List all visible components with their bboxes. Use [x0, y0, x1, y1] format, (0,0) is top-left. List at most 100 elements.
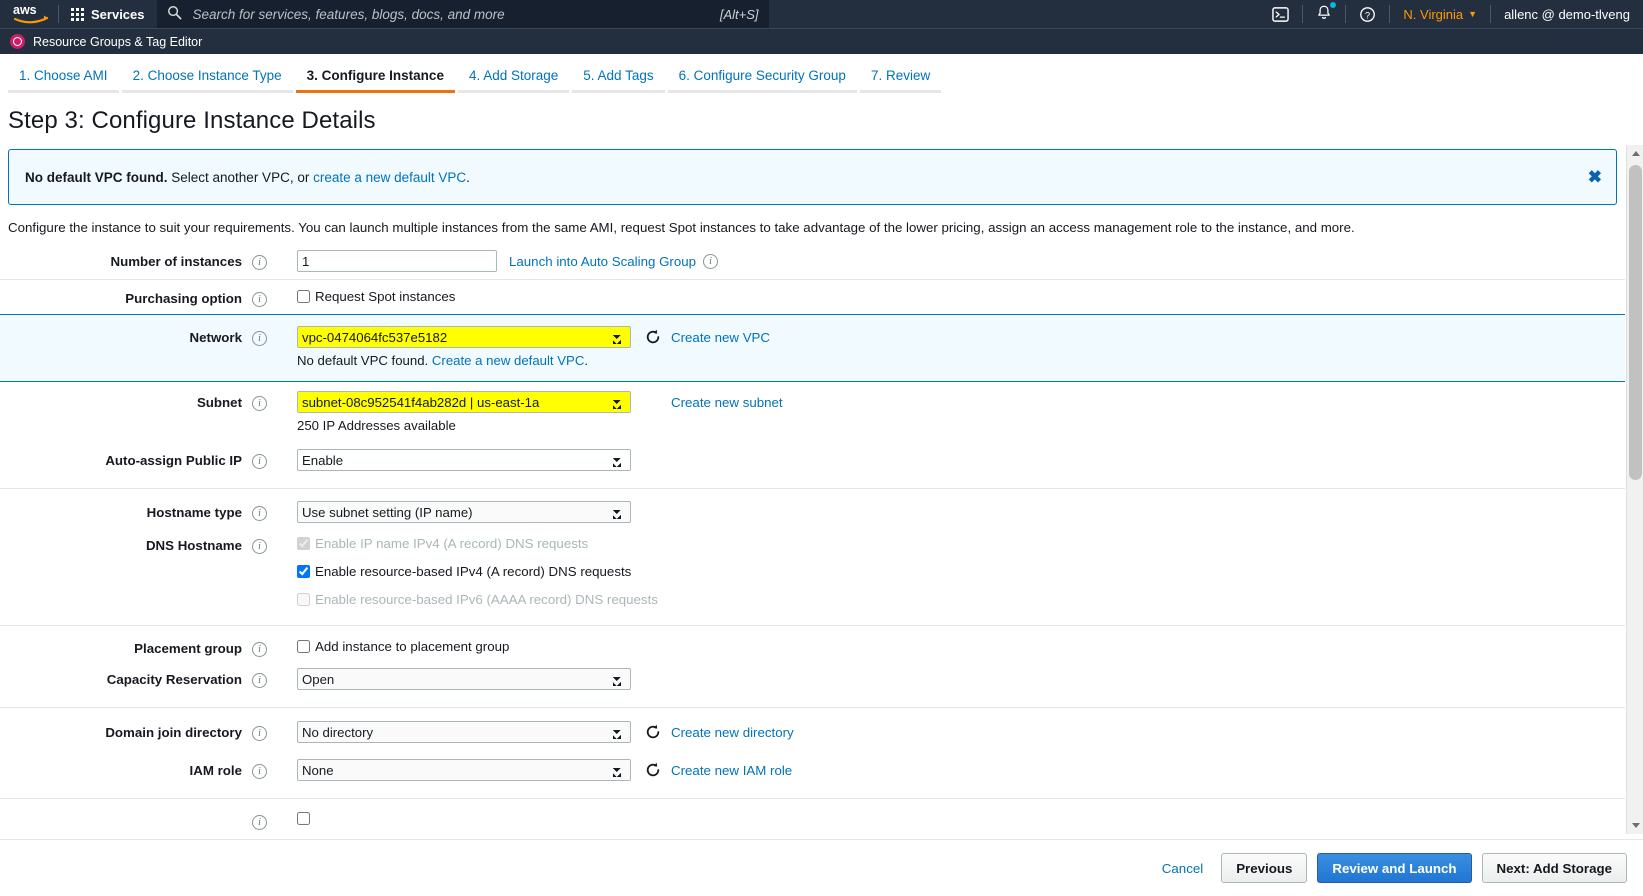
- wizard-step-3[interactable]: 3. Configure Instance: [296, 68, 455, 93]
- scroll-up-button[interactable]: [1627, 145, 1643, 162]
- row-number-of-instances: Number of instances i Launch into Auto S…: [0, 243, 1625, 279]
- label-placement-group: Placement group: [0, 637, 252, 656]
- domain-join-directory-select[interactable]: No directory: [297, 721, 631, 743]
- row-purchasing-option: Purchasing option i Request Spot instanc…: [0, 279, 1625, 314]
- dns-resource-ipv6-label: Enable resource-based IPv6 (AAAA record)…: [315, 592, 658, 607]
- request-spot-instances-checkbox[interactable]: [297, 290, 310, 303]
- partial-checkbox[interactable]: [297, 812, 310, 825]
- next-add-storage-button[interactable]: Next: Add Storage: [1482, 853, 1628, 883]
- row-auto-assign-public-ip: Auto-assign Public IP i Enable: [0, 440, 1625, 478]
- launch-wizard-steps: 1. Choose AMI 2. Choose Instance Type 3.…: [0, 54, 1643, 93]
- info-icon[interactable]: i: [252, 673, 267, 688]
- number-of-instances-input[interactable]: [297, 250, 497, 272]
- no-default-vpc-alert: No default VPC found. Select another VPC…: [8, 149, 1617, 205]
- info-icon[interactable]: i: [252, 454, 267, 469]
- scroll-down-button[interactable]: [1627, 817, 1643, 834]
- create-default-vpc-link[interactable]: create a new default VPC: [313, 170, 466, 185]
- subnet-subtext: 250 IP Addresses available: [297, 413, 1625, 433]
- info-icon[interactable]: i: [252, 396, 267, 411]
- dns-resource-ipv4-label: Enable resource-based IPv4 (A record) DN…: [315, 564, 631, 579]
- dns-resource-ipv6-checkbox: [297, 593, 310, 606]
- notification-badge-dot: [1330, 2, 1336, 8]
- info-icon[interactable]: i: [252, 764, 267, 779]
- refresh-icon[interactable]: [645, 724, 661, 740]
- review-and-launch-button[interactable]: Review and Launch: [1317, 853, 1471, 883]
- launch-into-asg-link[interactable]: Launch into Auto Scaling Group: [509, 254, 696, 269]
- resource-groups-label[interactable]: Resource Groups & Tag Editor: [33, 35, 202, 49]
- search-input[interactable]: [191, 6, 711, 23]
- network-select[interactable]: vpc-0474064fc537e5182: [297, 326, 631, 348]
- create-new-subnet-link[interactable]: Create new subnet: [671, 395, 783, 410]
- create-new-directory-link[interactable]: Create new directory: [671, 725, 794, 740]
- info-icon[interactable]: i: [252, 255, 267, 270]
- region-selector[interactable]: N. Virginia ▼: [1390, 0, 1490, 28]
- network-subtext-end: .: [584, 353, 588, 368]
- subnet-select[interactable]: subnet-08c952541f4ab282d | us-east-1a: [297, 391, 631, 413]
- info-icon[interactable]: i: [252, 539, 267, 554]
- wizard-step-4[interactable]: 4. Add Storage: [458, 68, 569, 93]
- label-partial: [0, 810, 252, 814]
- auto-assign-public-ip-select[interactable]: Enable: [297, 449, 631, 471]
- region-label: N. Virginia: [1403, 7, 1463, 22]
- previous-button[interactable]: Previous: [1221, 853, 1307, 883]
- refresh-icon[interactable]: [645, 329, 661, 345]
- info-icon[interactable]: i: [252, 292, 267, 307]
- alert-text: Select another VPC, or: [168, 170, 314, 185]
- wizard-step-1[interactable]: 1. Choose AMI: [8, 68, 119, 93]
- placement-group-checkbox[interactable]: [297, 640, 310, 653]
- label-auto-assign-public-ip: Auto-assign Public IP: [0, 449, 252, 468]
- dns-ip-name-ipv4-checkbox: [297, 537, 310, 550]
- wizard-step-7[interactable]: 7. Review: [860, 68, 941, 93]
- row-domain-join-directory: Domain join directory i No directory Cre…: [0, 707, 1625, 750]
- info-icon[interactable]: i: [252, 506, 267, 521]
- create-default-vpc-inline-link[interactable]: Create a new default VPC: [432, 353, 584, 368]
- create-new-vpc-link[interactable]: Create new VPC: [671, 330, 770, 345]
- hostname-type-select[interactable]: Use subnet setting (IP name): [297, 501, 631, 523]
- label-network: Network: [0, 326, 252, 345]
- dns-resource-ipv4-row[interactable]: Enable resource-based IPv4 (A record) DN…: [297, 562, 1625, 581]
- alert-text-end: .: [466, 170, 470, 185]
- wizard-step-5[interactable]: 5. Add Tags: [572, 68, 664, 93]
- capacity-reservation-select[interactable]: Open: [297, 668, 631, 690]
- label-hostname-type: Hostname type: [0, 501, 252, 520]
- help-button[interactable]: ?: [1346, 0, 1389, 28]
- label-iam-role: IAM role: [0, 759, 252, 778]
- wizard-step-2[interactable]: 2. Choose Instance Type: [122, 68, 293, 93]
- top-nav-right-cluster: ? N. Virginia ▼ allenc @ demo-tlveng: [1259, 0, 1643, 28]
- chevron-down-icon: ▼: [1468, 9, 1477, 19]
- dns-ip-name-ipv4-label: Enable IP name IPv4 (A record) DNS reque…: [315, 536, 588, 551]
- vertical-scrollbar[interactable]: [1626, 145, 1643, 834]
- info-icon[interactable]: i: [252, 642, 267, 657]
- dns-resource-ipv4-checkbox[interactable]: [297, 565, 310, 578]
- account-label: allenc @ demo-tlveng: [1504, 7, 1630, 22]
- form-content: No default VPC found. Select another VPC…: [0, 145, 1643, 834]
- account-menu[interactable]: allenc @ demo-tlveng: [1491, 0, 1643, 28]
- row-iam-role: IAM role i None Create new IAM role: [0, 750, 1625, 788]
- create-new-iam-role-link[interactable]: Create new IAM role: [671, 763, 792, 778]
- services-menu-button[interactable]: Services: [59, 0, 157, 28]
- dns-resource-ipv6-row: Enable resource-based IPv6 (AAAA record)…: [297, 590, 1625, 609]
- aws-logo[interactable]: aws: [0, 3, 58, 25]
- cloudshell-button[interactable]: [1259, 0, 1302, 28]
- refresh-icon[interactable]: [645, 762, 661, 778]
- info-icon[interactable]: i: [252, 726, 267, 741]
- info-icon[interactable]: i: [703, 254, 718, 269]
- row-subnet: Subnet i subnet-08c952541f4ab282d | us-e…: [0, 382, 1625, 440]
- cancel-button[interactable]: Cancel: [1154, 853, 1211, 883]
- placement-group-row[interactable]: Add instance to placement group: [297, 637, 1625, 656]
- row-capacity-reservation: Capacity Reservation i Open: [0, 664, 1625, 697]
- info-icon[interactable]: i: [252, 815, 267, 830]
- iam-role-select[interactable]: None: [297, 759, 631, 781]
- intro-paragraph: Configure the instance to suit your requ…: [0, 205, 1625, 243]
- close-icon[interactable]: ✖: [1588, 169, 1602, 186]
- info-icon[interactable]: i: [252, 331, 267, 346]
- global-search-bar[interactable]: [Alt+S]: [157, 0, 769, 28]
- row-dns-hostname: DNS Hostname i Enable IP name IPv4 (A re…: [0, 530, 1625, 616]
- row-partial-next: i: [0, 798, 1625, 834]
- notifications-button[interactable]: [1303, 0, 1345, 28]
- label-subnet: Subnet: [0, 391, 252, 410]
- scrollbar-thumb[interactable]: [1629, 165, 1642, 480]
- request-spot-instances-row[interactable]: Request Spot instances: [297, 287, 1625, 306]
- wizard-step-6[interactable]: 6. Configure Security Group: [668, 68, 857, 93]
- partial-row[interactable]: [297, 810, 1625, 827]
